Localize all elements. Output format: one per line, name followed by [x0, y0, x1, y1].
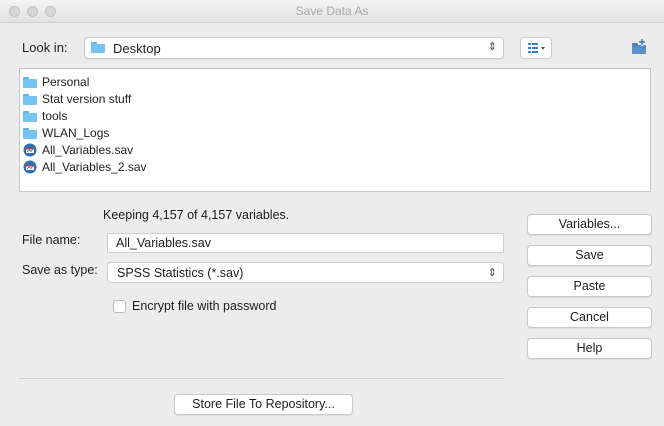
file-list[interactable]: Personal Stat version stuff tools WLAN_L…: [19, 68, 651, 192]
cancel-button[interactable]: Cancel: [527, 307, 652, 328]
chevron-updown-icon: ⇕: [487, 41, 497, 53]
sav-file-icon: [23, 160, 37, 174]
view-options-button[interactable]: [520, 37, 552, 59]
list-item[interactable]: All_Variables_2.sav: [23, 159, 147, 175]
folder-icon: [23, 93, 37, 105]
divider: [19, 378, 504, 379]
file-name-label: File name:: [22, 233, 81, 247]
sav-file-icon: [23, 143, 37, 157]
list-item[interactable]: tools: [23, 108, 67, 124]
list-item[interactable]: All_Variables.sav: [23, 142, 133, 158]
window-title: Save Data As: [295, 4, 369, 18]
list-item[interactable]: Personal: [23, 74, 89, 90]
file-name-input[interactable]: All_Variables.sav: [107, 233, 504, 253]
help-button[interactable]: Help: [527, 338, 652, 359]
save-button[interactable]: Save: [527, 245, 652, 266]
folder-icon: [91, 42, 105, 53]
save-as-type-label: Save as type:: [22, 263, 98, 277]
variables-button[interactable]: Variables...: [527, 214, 652, 235]
save-as-type-select[interactable]: SPSS Statistics (*.sav) ⇕: [107, 262, 504, 283]
title-bar: Save Data As: [0, 0, 664, 23]
paste-button[interactable]: Paste: [527, 276, 652, 297]
list-item[interactable]: Stat version stuff: [23, 91, 131, 107]
folder-icon: [23, 76, 37, 88]
folder-icon: [23, 127, 37, 139]
keeping-variables-text: Keeping 4,157 of 4,157 variables.: [103, 208, 290, 222]
encrypt-checkbox[interactable]: [113, 300, 126, 313]
store-file-to-repository-button[interactable]: Store File To Repository...: [174, 394, 353, 415]
folder-icon: [23, 110, 37, 122]
new-folder-button[interactable]: [627, 37, 651, 59]
new-folder-icon: [632, 39, 646, 54]
chevron-updown-icon: ⇕: [487, 267, 497, 279]
look-in-label: Look in:: [22, 40, 68, 55]
look-in-value: Desktop: [113, 41, 161, 56]
encrypt-checkbox-label[interactable]: Encrypt file with password: [132, 299, 277, 313]
list-view-icon: [528, 43, 545, 53]
list-item[interactable]: WLAN_Logs: [23, 125, 109, 141]
look-in-select[interactable]: Desktop ⇕: [84, 37, 504, 59]
save-data-as-dialog: Save Data As Look in: Desktop ⇕ Personal: [0, 0, 664, 426]
